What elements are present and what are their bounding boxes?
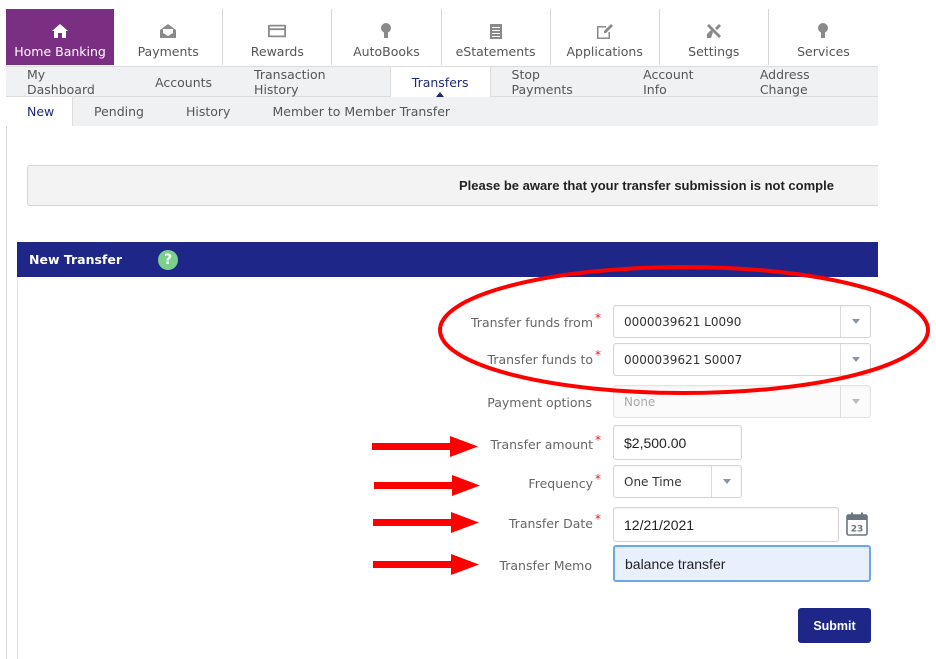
topnav-label: Services — [797, 44, 850, 59]
chevron-down-icon[interactable] — [840, 344, 870, 375]
transfer-memo-label: Transfer Memo — [499, 558, 592, 573]
frequency-value: One Time — [624, 474, 682, 489]
topnav-autobooks[interactable]: AutoBooks — [332, 9, 442, 65]
transfer-memo-value: balance transfer — [625, 555, 726, 572]
topnav-label: eStatements — [455, 44, 536, 59]
notice-text: Please be aware that your transfer submi… — [459, 178, 834, 193]
arrow-icon — [374, 475, 480, 496]
topnav-rewards[interactable]: Rewards — [223, 9, 333, 65]
calendar-icon[interactable]: 23 — [846, 512, 868, 536]
top-navigation: Home Banking Payments Rewards AutoBooks … — [6, 9, 878, 65]
frequency-select[interactable]: One Time — [613, 465, 742, 498]
arrow-icon — [373, 554, 479, 575]
transfer-amount-input[interactable]: $2,500.00 — [613, 425, 742, 460]
transfer-tabs: New Pending History Member to Member Tra… — [6, 97, 878, 126]
required-marker: * — [595, 472, 601, 486]
required-marker: * — [595, 348, 601, 362]
chevron-down-icon — [840, 386, 870, 417]
tab-new[interactable]: New — [6, 97, 73, 126]
subnav-account-info[interactable]: Account Info — [622, 67, 739, 97]
help-icon[interactable]: ? — [158, 249, 179, 270]
chevron-down-icon[interactable] — [840, 306, 870, 337]
document-icon — [487, 22, 505, 40]
content-border — [6, 126, 7, 659]
tools-icon — [705, 22, 723, 40]
topnav-services[interactable]: Services — [768, 9, 878, 65]
topnav-estatements[interactable]: eStatements — [441, 9, 551, 65]
transfer-from-label: Transfer funds from * — [471, 311, 601, 330]
arrow-icon — [373, 512, 479, 533]
arrow-icon — [372, 436, 478, 457]
topnav-label: Rewards — [250, 44, 304, 59]
required-marker: * — [595, 311, 601, 325]
transfer-to-label: Transfer funds to * — [487, 348, 601, 367]
transfer-from-select[interactable]: 0000039621 L0090 — [613, 305, 871, 338]
topnav-label: Home Banking — [14, 44, 106, 59]
transfer-date-label: Transfer Date * — [508, 512, 601, 531]
panel-border — [17, 277, 18, 659]
transfer-from-value: 0000039621 L0090 — [624, 314, 742, 329]
topnav-label: Applications — [566, 44, 643, 59]
required-marker: * — [595, 433, 601, 447]
transfer-amount-label: Transfer amount * — [490, 433, 601, 452]
topnav-label: Payments — [137, 44, 199, 59]
transfer-to-select[interactable]: 0000039621 S0007 — [613, 343, 871, 376]
topnav-payments[interactable]: Payments — [114, 9, 224, 65]
payments-envelope-icon — [159, 22, 177, 40]
home-icon — [51, 22, 69, 40]
transfer-date-input[interactable]: 12/21/2021 — [613, 507, 839, 542]
frequency-label: Frequency * — [528, 472, 601, 491]
lightbulb-icon — [377, 22, 395, 40]
edit-form-icon — [596, 22, 614, 40]
payment-options-select: None — [613, 385, 871, 418]
topnav-label: AutoBooks — [353, 44, 420, 59]
subnav-accounts[interactable]: Accounts — [134, 67, 233, 97]
tab-pending[interactable]: Pending — [73, 97, 165, 126]
subnav-address-change[interactable]: Address Change — [739, 67, 878, 97]
topnav-applications[interactable]: Applications — [550, 9, 660, 65]
topnav-settings[interactable]: Settings — [659, 9, 769, 65]
submit-button[interactable]: Submit — [798, 608, 871, 643]
payment-options-label: Payment options — [487, 395, 592, 410]
tab-member-to-member-transfer[interactable]: Member to Member Transfer — [251, 97, 471, 126]
transfer-date-value: 12/21/2021 — [624, 516, 695, 533]
lightbulb-icon — [814, 22, 832, 40]
new-transfer-panel-header: New Transfer ? — [17, 242, 878, 277]
topnav-label: Settings — [688, 44, 740, 59]
transfer-to-value: 0000039621 S0007 — [624, 352, 743, 367]
panel-title: New Transfer — [29, 252, 123, 267]
subnav-transfers[interactable]: Transfers — [389, 67, 491, 97]
transfer-memo-input[interactable]: balance transfer — [613, 545, 871, 582]
secondary-navigation: My Dashboard Accounts Transaction Histor… — [6, 66, 878, 97]
payment-options-value: None — [624, 394, 656, 409]
credit-card-icon — [268, 22, 287, 40]
calendar-day: 23 — [851, 525, 864, 535]
transfer-amount-value: $2,500.00 — [624, 434, 687, 451]
required-marker: * — [595, 512, 601, 526]
notice-banner: Please be aware that your transfer submi… — [27, 165, 878, 206]
topnav-home-banking[interactable]: Home Banking — [6, 9, 115, 65]
subnav-transaction-history[interactable]: Transaction History — [233, 67, 390, 97]
tab-history[interactable]: History — [165, 97, 251, 126]
subnav-stop-payments[interactable]: Stop Payments — [491, 67, 623, 97]
subnav-my-dashboard[interactable]: My Dashboard — [6, 67, 134, 97]
chevron-down-icon[interactable] — [711, 466, 741, 497]
